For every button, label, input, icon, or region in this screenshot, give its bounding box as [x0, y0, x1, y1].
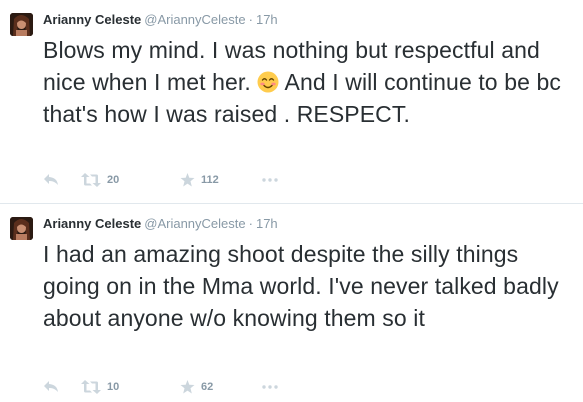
more-icon — [262, 178, 278, 182]
reply-button[interactable] — [43, 171, 59, 189]
separator: · — [248, 216, 253, 231]
username[interactable]: @AriannyCeleste — [144, 216, 245, 231]
separator: · — [248, 12, 253, 27]
fullname[interactable]: Arianny Celeste — [43, 12, 141, 27]
retweet-count: 10 — [107, 381, 120, 393]
favorite-button[interactable]: 112 — [180, 171, 219, 189]
more-icon — [262, 385, 278, 389]
avatar-image — [10, 13, 33, 36]
username[interactable]: @AriannyCeleste — [144, 12, 245, 27]
avatar[interactable] — [10, 217, 33, 240]
tweet-text: I had an amazing shoot despite the silly… — [43, 241, 559, 331]
reply-icon — [44, 174, 58, 185]
tweet-actions: 20 112 — [43, 171, 343, 189]
favorite-button[interactable]: 62 — [180, 378, 213, 396]
tweet[interactable]: Arianny Celeste @AriannyCeleste · 17h I had… — [0, 203, 583, 402]
more-button[interactable] — [262, 378, 278, 396]
reply-icon — [44, 381, 58, 392]
timeline: Arianny Celeste @AriannyCeleste · 17h Blows… — [0, 0, 583, 402]
avatar-image — [10, 217, 33, 240]
retweet-count: 20 — [107, 174, 120, 186]
star-icon — [180, 173, 195, 187]
retweet-button[interactable]: 20 — [81, 171, 119, 189]
tweet-text: Blows my mind. I was nothing but respect… — [43, 34, 578, 130]
favorite-count: 62 — [201, 381, 214, 393]
star-icon — [180, 380, 195, 394]
retweet-icon — [81, 380, 101, 394]
retweet-icon — [81, 173, 101, 187]
smiling-face-emoji — [257, 71, 279, 93]
retweet-button[interactable]: 10 — [81, 378, 119, 396]
timestamp[interactable]: 17h — [256, 216, 278, 231]
fullname[interactable]: Arianny Celeste — [43, 216, 141, 231]
tweet[interactable]: Arianny Celeste @AriannyCeleste · 17h Blows… — [0, 0, 583, 203]
reply-button[interactable] — [43, 378, 59, 396]
tweet-header: Arianny Celeste @AriannyCeleste · 17h — [43, 12, 278, 28]
tweet-header: Arianny Celeste @AriannyCeleste · 17h — [43, 216, 278, 232]
more-button[interactable] — [262, 171, 278, 189]
avatar[interactable] — [10, 13, 33, 36]
favorite-count: 112 — [201, 174, 219, 186]
tweet-actions: 10 62 — [43, 378, 343, 396]
timestamp[interactable]: 17h — [256, 12, 278, 27]
